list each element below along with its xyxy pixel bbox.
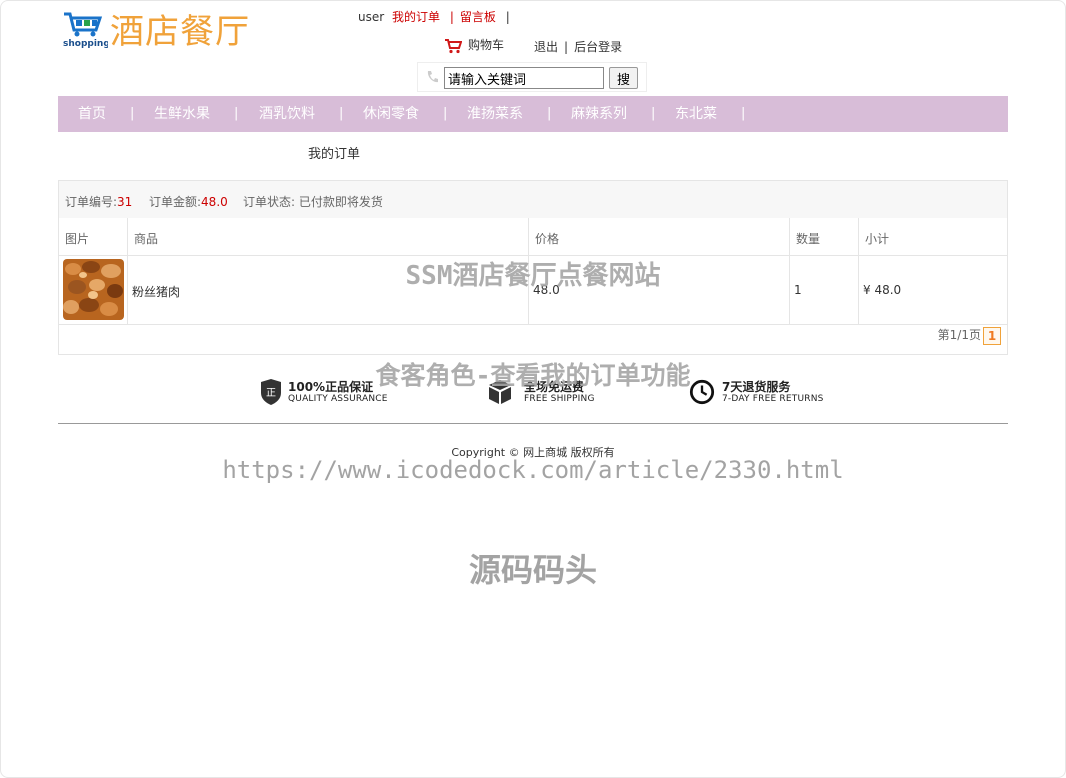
- search-button[interactable]: 搜: [609, 67, 638, 89]
- watermark-title: SSM酒店餐厅点餐网站: [405, 261, 661, 291]
- search-input[interactable]: [444, 67, 604, 89]
- page-info: 第1/1页: [937, 328, 981, 342]
- separator: |: [505, 10, 510, 24]
- nav-separator: |: [130, 106, 135, 121]
- order-number: 订单编号:31: [65, 193, 132, 210]
- nav-separator: |: [234, 106, 239, 121]
- cart-label: 购物车: [468, 38, 505, 52]
- order-number-value: 31: [117, 195, 133, 209]
- col-price: 价格: [535, 232, 560, 246]
- order-summary: 订单编号:31 订单金额:48.0 订单状态: 已付款即将发货: [59, 181, 1007, 219]
- watermark-subtitle: 食客角色-查看我的订单功能: [375, 361, 691, 390]
- nav-item-dongbei[interactable]: 东北菜: [675, 96, 717, 132]
- order-status: 订单状态: 已付款即将发货: [243, 193, 383, 210]
- search-bar: 搜: [417, 62, 647, 92]
- top-links: user 我的订单 | 留言板 |: [358, 8, 516, 25]
- cart-link[interactable]: 购物车: [444, 36, 504, 54]
- separator: |: [449, 10, 454, 24]
- nav-item-drinks[interactable]: 酒乳饮料: [259, 96, 315, 132]
- order-amount: 订单金额:48.0: [149, 193, 228, 210]
- nav-separator: |: [339, 106, 344, 121]
- nav-item-snacks[interactable]: 休闲零食: [363, 96, 419, 132]
- col-image: 图片: [65, 232, 90, 246]
- message-board-link[interactable]: 留言板: [460, 10, 496, 24]
- main-nav: 首页 | 生鲜水果 | 酒乳饮料 | 休闲零食 | 淮扬菜系 | 麻辣系列 | …: [58, 96, 1008, 132]
- admin-login-link[interactable]: 后台登录: [574, 40, 622, 54]
- footer-divider: [58, 423, 1008, 424]
- nav-item-home[interactable]: 首页: [78, 96, 106, 132]
- pagination: 第1/1页 1: [938, 326, 1001, 345]
- watermark-brand: 源码码头: [468, 551, 597, 589]
- my-orders-link[interactable]: 我的订单: [392, 10, 440, 24]
- watermark-url: https://www.icodedock.com/article/2330.h…: [222, 456, 844, 484]
- table-header: 图片 商品 价格 数量 小计: [59, 218, 1007, 256]
- nav-item-fresh-fruit[interactable]: 生鲜水果: [154, 96, 210, 132]
- separator: |: [564, 40, 569, 54]
- phone-icon: [427, 71, 438, 83]
- col-subtotal: 小计: [865, 232, 890, 246]
- guarantee-subtitle: FREE SHIPPING: [524, 394, 595, 404]
- order-status-value: 已付款即将发货: [298, 195, 383, 209]
- nav-separator: |: [547, 106, 552, 121]
- logout-link[interactable]: 退出: [534, 40, 558, 54]
- page-button-current[interactable]: 1: [983, 326, 1001, 345]
- guarantee-subtitle: QUALITY ASSURANCE: [288, 394, 388, 404]
- col-quantity: 数量: [796, 232, 821, 246]
- order-status-label: 订单状态:: [243, 195, 296, 209]
- svg-text:shopping: shopping: [63, 39, 108, 49]
- username: user: [358, 10, 385, 24]
- col-product: 商品: [134, 232, 159, 246]
- shopping-cart-logo-icon: shopping: [63, 12, 108, 49]
- nav-separator: |: [741, 106, 746, 121]
- cart-icon: [445, 38, 462, 53]
- nav-separator: |: [651, 106, 656, 121]
- account-links: 退出 | 后台登录: [534, 38, 622, 55]
- page-title: 我的订单: [308, 147, 361, 162]
- logo-title: 酒店餐厅: [110, 12, 250, 52]
- site-logo[interactable]: shopping 酒店餐厅: [62, 10, 252, 54]
- guarantee-subtitle: 7-DAY FREE RETURNS: [722, 394, 824, 404]
- order-amount-value: 48.0: [201, 195, 228, 209]
- nav-item-huaiyang[interactable]: 淮扬菜系: [467, 96, 523, 132]
- order-number-label: 订单编号:: [65, 195, 118, 209]
- order-amount-label: 订单金额:: [149, 195, 202, 209]
- nav-separator: |: [443, 106, 448, 121]
- nav-item-spicy[interactable]: 麻辣系列: [571, 96, 627, 132]
